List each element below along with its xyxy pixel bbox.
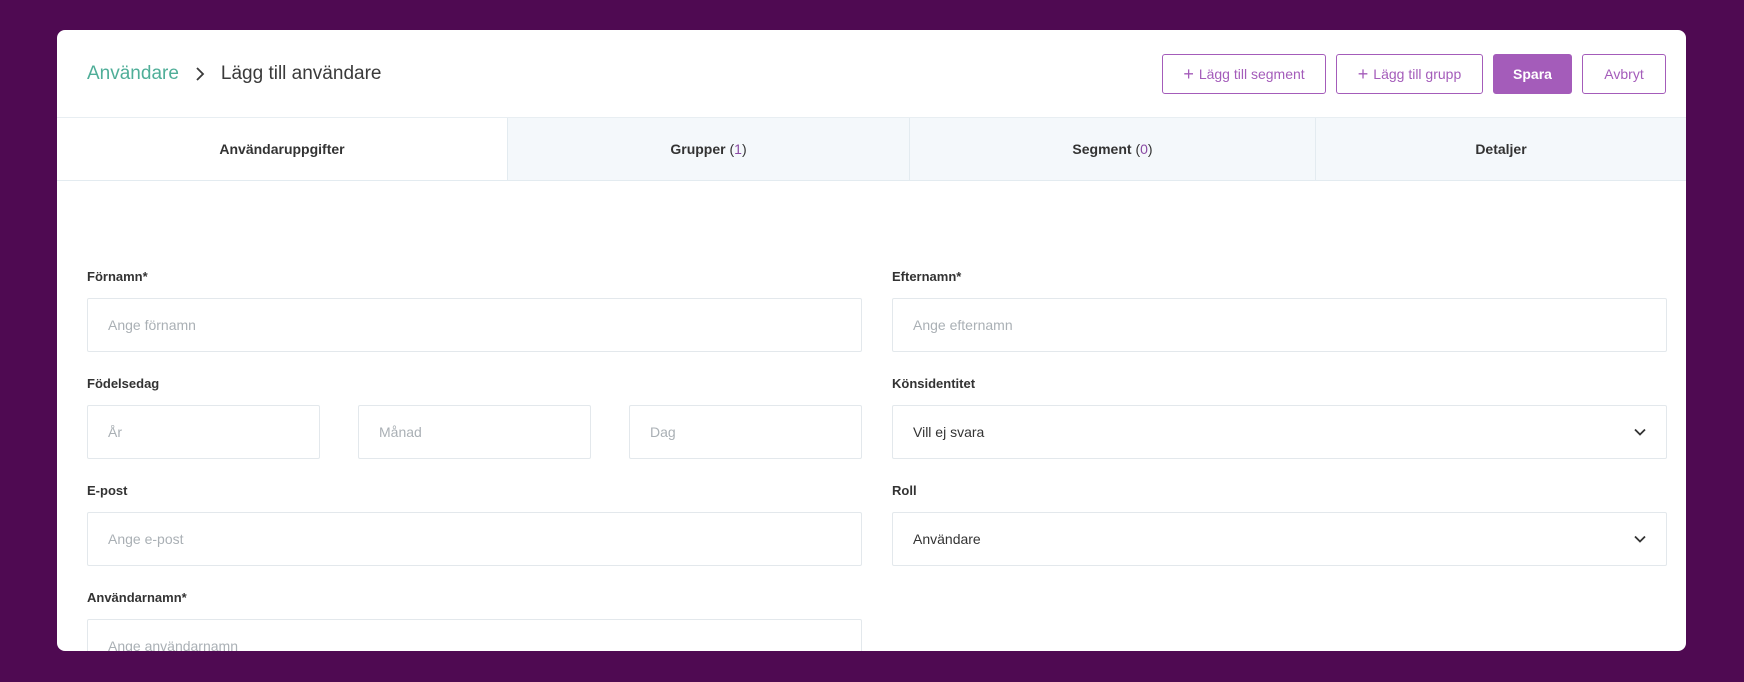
first-name-label: Förnamn* [87,269,148,284]
groups-count: 1 [734,141,742,157]
gender-select-value: Vill ej svara [913,424,985,440]
role-label: Roll [892,483,917,498]
email-input[interactable]: Ange e-post [87,512,862,566]
page-title: Lägg till användare [220,62,382,84]
chevron-down-icon [1634,535,1646,543]
birth-year-input[interactable]: År [87,405,320,459]
chevron-down-icon [1634,428,1646,436]
birth-day-input[interactable]: Dag [629,405,862,459]
plus-icon: + [1183,63,1194,84]
tab-details[interactable]: Detaljer [1315,118,1686,180]
gender-label: Könsidentitet [892,376,976,391]
add-segment-button[interactable]: + Lägg till segment [1162,53,1326,94]
role-select[interactable]: Användare [892,512,1667,566]
cancel-button[interactable]: Avbryt [1582,53,1666,94]
breadcrumb: Användare Lägg till användare [87,63,381,85]
tab-user-details[interactable]: Användaruppgifter [57,118,507,180]
birth-month-input[interactable]: Månad [358,405,591,459]
plus-icon: + [1357,63,1369,84]
birthday-label: Födelsedag [87,376,160,391]
gender-select[interactable]: Vill ej svara [892,405,1667,459]
role-select-value: Användare [913,531,981,547]
chevron-right-icon [195,66,205,81]
tab-segments[interactable]: Segment (0) [909,118,1315,180]
save-button[interactable]: Spara [1493,53,1572,94]
segments-count: 0 [1140,141,1148,157]
username-label: Användarnamn* [87,590,187,605]
first-name-input[interactable]: Ange förnamn [87,298,862,352]
email-label: E-post [87,483,128,498]
tab-bar: Användaruppgifter Grupper (1) Segment (0… [57,118,1686,181]
last-name-input[interactable]: Ange efternamn [892,298,1667,352]
username-input[interactable]: Ange användarnamn [87,619,862,651]
main-card: Användare Lägg till användare + Lägg til… [57,30,1686,651]
add-group-button[interactable]: + Lägg till grupp [1336,53,1483,94]
breadcrumb-users-link[interactable]: Användare [87,63,179,85]
last-name-label: Efternamn* [892,269,962,284]
header-actions: + Lägg till segment + Lägg till grupp Sp… [1162,53,1666,94]
tab-groups[interactable]: Grupper (1) [507,118,909,180]
page-header: Användare Lägg till användare + Lägg til… [57,30,1686,118]
